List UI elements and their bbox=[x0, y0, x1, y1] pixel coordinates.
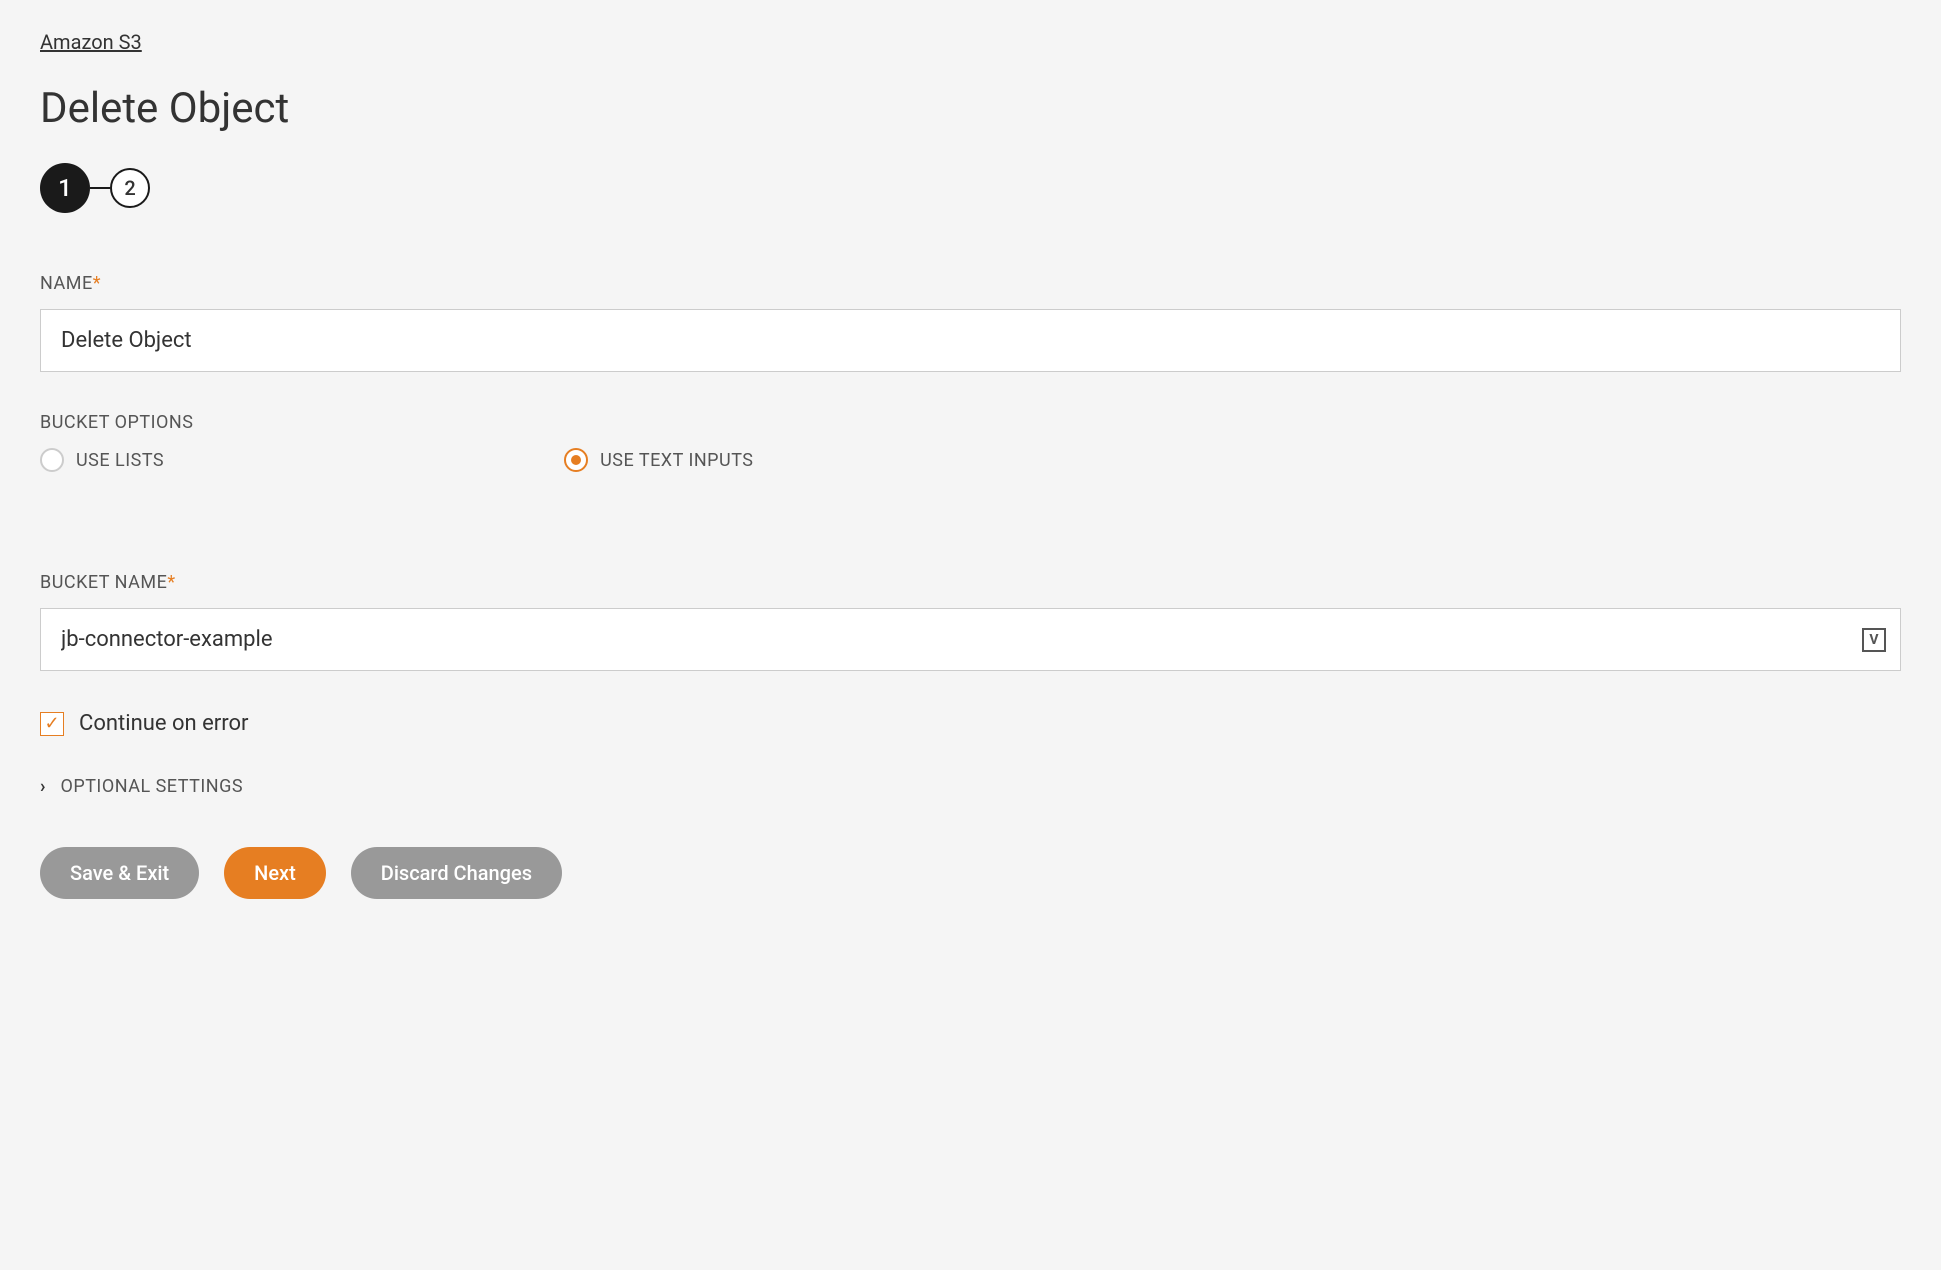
button-row: Save & Exit Next Discard Changes bbox=[40, 847, 1901, 899]
bucket-name-input-wrapper: V bbox=[40, 608, 1901, 671]
bucket-name-input[interactable] bbox=[40, 608, 1901, 671]
continue-on-error-checkbox[interactable]: ✓ Continue on error bbox=[40, 711, 1901, 736]
next-button[interactable]: Next bbox=[224, 847, 326, 899]
page-title: Delete Object bbox=[40, 84, 1901, 133]
step-connector bbox=[90, 187, 110, 189]
step-2[interactable]: 2 bbox=[110, 168, 150, 208]
required-indicator: * bbox=[93, 273, 101, 294]
save-exit-button[interactable]: Save & Exit bbox=[40, 847, 199, 899]
radio-use-text-inputs[interactable]: USE TEXT INPUTS bbox=[564, 448, 753, 472]
radio-dot bbox=[571, 455, 581, 465]
name-field-group: NAME* bbox=[40, 273, 1901, 372]
bucket-options-radio-group: USE LISTS USE TEXT INPUTS bbox=[40, 448, 1901, 472]
name-label: NAME* bbox=[40, 273, 1901, 294]
optional-settings-label: OPTIONAL SETTINGS bbox=[60, 776, 243, 797]
radio-use-lists[interactable]: USE LISTS bbox=[40, 448, 164, 472]
step-1[interactable]: 1 bbox=[40, 163, 90, 213]
bucket-name-label: BUCKET NAME* bbox=[40, 572, 1901, 593]
name-label-text: NAME bbox=[40, 273, 93, 294]
required-indicator: * bbox=[167, 572, 175, 593]
bucket-options-group: BUCKET OPTIONS USE LISTS USE TEXT INPUTS bbox=[40, 412, 1901, 472]
breadcrumb-link[interactable]: Amazon S3 bbox=[40, 30, 142, 54]
bucket-options-label: BUCKET OPTIONS bbox=[40, 412, 1901, 433]
variable-icon[interactable]: V bbox=[1862, 628, 1886, 652]
stepper: 1 2 bbox=[40, 163, 1901, 213]
discard-changes-button[interactable]: Discard Changes bbox=[351, 847, 562, 899]
chevron-right-icon: › bbox=[40, 776, 45, 797]
radio-circle-selected bbox=[564, 448, 588, 472]
continue-on-error-label: Continue on error bbox=[79, 711, 248, 736]
checkbox-box: ✓ bbox=[40, 712, 64, 736]
bucket-name-field-group: BUCKET NAME* V bbox=[40, 572, 1901, 671]
check-icon: ✓ bbox=[44, 713, 59, 734]
optional-settings-toggle[interactable]: › OPTIONAL SETTINGS bbox=[40, 776, 1901, 797]
radio-use-lists-label: USE LISTS bbox=[76, 450, 164, 471]
radio-use-text-inputs-label: USE TEXT INPUTS bbox=[600, 450, 753, 471]
name-input[interactable] bbox=[40, 309, 1901, 372]
bucket-name-label-text: BUCKET NAME bbox=[40, 572, 167, 593]
radio-circle-unselected bbox=[40, 448, 64, 472]
